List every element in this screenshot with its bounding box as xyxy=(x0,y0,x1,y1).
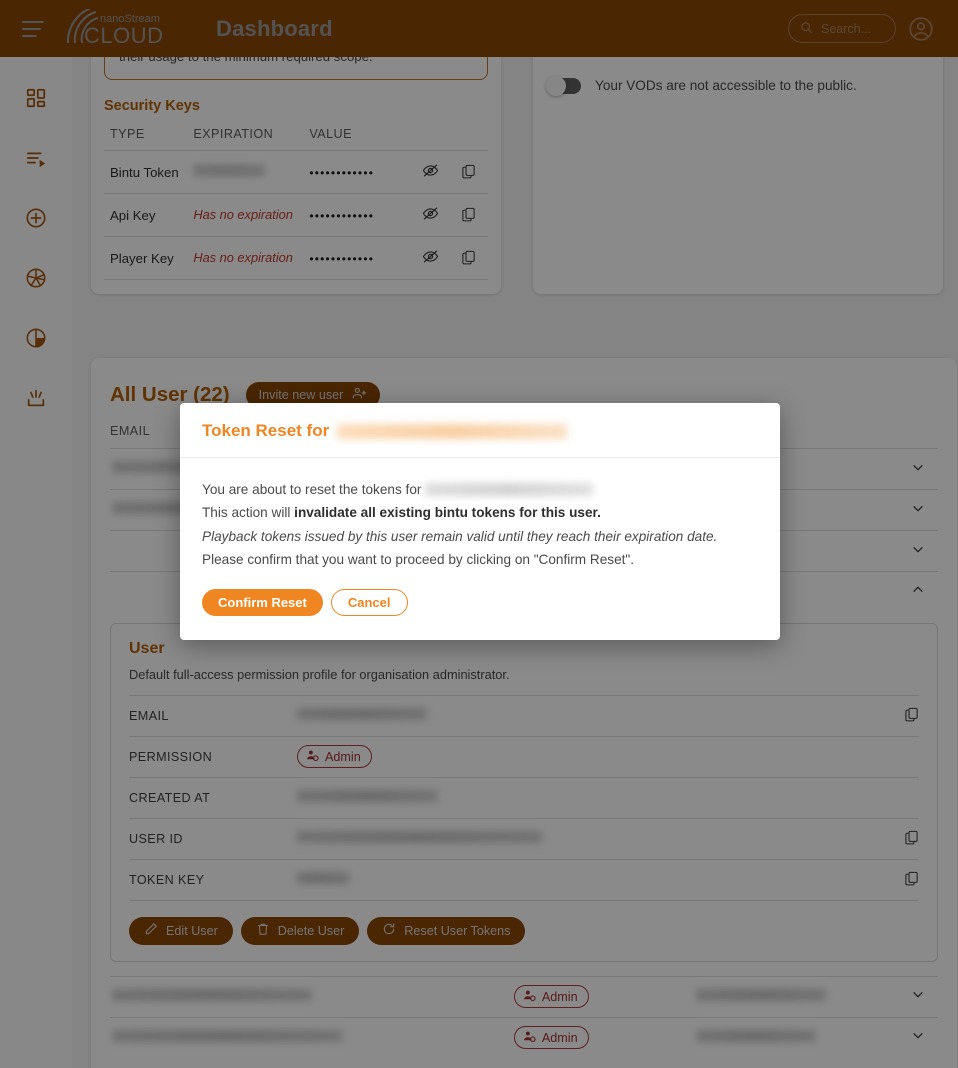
modal-body: You are about to reset the tokens for Th… xyxy=(180,458,780,640)
modal-title: Token Reset for xyxy=(202,421,330,440)
modal-header: Token Reset for xyxy=(180,403,780,458)
modal-line-4: Please confirm that you want to proceed … xyxy=(202,552,635,568)
modal-line-3: Playback tokens issued by this user rema… xyxy=(202,525,758,548)
cancel-button[interactable]: Cancel xyxy=(330,588,408,616)
modal-line-2: This action will invalidate all existing… xyxy=(202,501,758,524)
modal-line-1-redacted xyxy=(425,483,594,496)
modal-line-3-text: Playback tokens issued by this user rema… xyxy=(202,528,718,544)
modal-line-2-bold: invalidate all existing bintu tokens for… xyxy=(294,505,601,521)
modal-line-1: You are about to reset the tokens for xyxy=(202,478,758,501)
modal-title-target-redacted xyxy=(337,423,568,439)
token-reset-modal: Token Reset for You are about to reset t… xyxy=(180,403,780,640)
modal-line-2-prefix: This action will xyxy=(202,505,295,521)
confirm-reset-button[interactable]: Confirm Reset xyxy=(202,588,323,616)
modal-line-1-text: You are about to reset the tokens for xyxy=(202,482,422,497)
